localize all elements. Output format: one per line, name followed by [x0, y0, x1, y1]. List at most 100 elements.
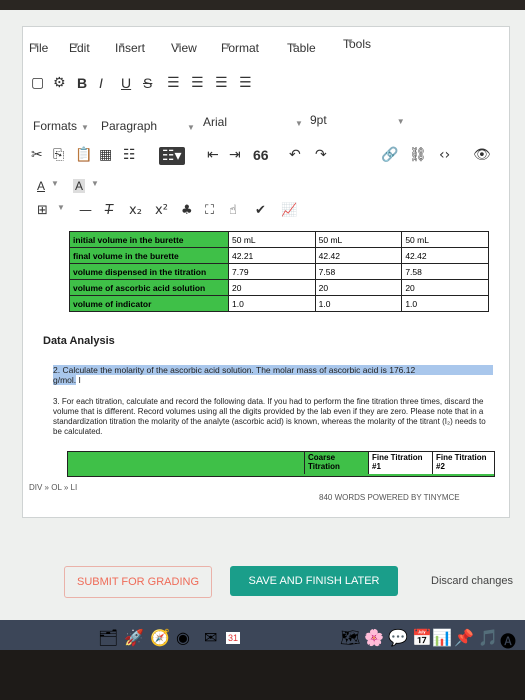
question-2[interactable]: 2. Calculate the molarity of the ascorbi… — [53, 365, 493, 385]
font-size-dropdown[interactable]: 9pt ▼ — [310, 113, 405, 127]
chart-icon[interactable]: 📈 — [281, 203, 297, 218]
cut-icon[interactable]: ✂ — [31, 147, 43, 163]
table-cell[interactable]: 7.79 — [228, 263, 316, 280]
underline-button[interactable]: U — [121, 75, 131, 91]
horizontal-rule-icon[interactable]: — — [79, 203, 92, 218]
photos-icon[interactable]: 🌸 — [364, 628, 384, 648]
table-cell[interactable]: 1.0 — [314, 295, 403, 312]
app-store-icon[interactable]: 🅐 — [500, 628, 516, 650]
table-row: volume dispensed in the titration 7.79 7… — [69, 263, 489, 280]
table-cell[interactable]: 50 mL — [401, 231, 489, 248]
table-cell[interactable]: 7.58 — [401, 263, 489, 280]
mail-icon[interactable]: ✉ — [204, 628, 217, 648]
launchpad-icon[interactable]: 🚀 — [124, 628, 144, 648]
table-cell[interactable]: 50 mL — [314, 231, 403, 248]
charts-icon[interactable]: 📊 — [432, 628, 452, 648]
table-cell[interactable]: 42.21 — [228, 247, 316, 264]
column-header-fine-2: Fine Titration #2 — [432, 452, 494, 474]
redo-icon[interactable]: ↷ — [315, 147, 327, 163]
strikethrough-button[interactable]: S — [143, 75, 152, 91]
blockquote-button[interactable]: 66 — [253, 147, 269, 163]
titration-results-table[interactable]: Coarse Titration Fine Titration #1 Fine … — [67, 451, 495, 477]
question-2-line-2: g/mol. — [53, 375, 77, 385]
bullet-list-icon[interactable]: ☷ — [123, 147, 136, 163]
text-color-button[interactable]: A — [37, 179, 45, 193]
insert-table-icon[interactable]: ⊞ — [37, 203, 48, 218]
copy-icon[interactable]: ⎘ — [53, 147, 64, 163]
calendar-app-icon[interactable]: 📅 — [412, 628, 432, 648]
fullscreen-icon[interactable]: ⛶ — [205, 203, 214, 218]
table-cell[interactable]: 50 mL — [228, 231, 316, 248]
table-row: volume of ascorbic acid solution 20 20 2… — [69, 279, 489, 296]
link-icon[interactable]: 🔗 — [381, 147, 398, 163]
question-2-line-1: 2. Calculate the molarity of the ascorbi… — [53, 365, 493, 375]
outdent-icon[interactable]: ⇤ — [207, 147, 219, 163]
table-cell[interactable]: 1.0 — [401, 295, 489, 312]
table-cell[interactable]: 1.0 — [228, 295, 316, 312]
text-cursor-icon: I — [76, 375, 81, 385]
table-cell[interactable]: 20 — [401, 279, 489, 296]
clear-format-icon[interactable]: T̶ — [105, 203, 113, 218]
browser-screen: File ▼ Edit ▼ Insert ▼ View ▼ Format ▼ Table ▼… — [0, 10, 525, 650]
element-path: DIV » OL » LI — [29, 483, 78, 492]
new-document-icon[interactable]: ▢ — [31, 75, 44, 91]
superscript-icon[interactable]: x² — [155, 203, 168, 218]
table-cell[interactable]: 7.58 — [314, 263, 403, 280]
row-label: volume of indicator — [69, 295, 229, 312]
italic-button[interactable]: I — [99, 75, 103, 91]
itunes-icon[interactable]: 🎵 — [478, 628, 498, 648]
column-header-fine-1: Fine Titration #1 — [368, 452, 432, 474]
find-replace-icon[interactable]: ▦ — [99, 147, 112, 163]
subscript-icon[interactable]: x₂ — [129, 203, 142, 218]
pointer-icon[interactable]: ☝ — [229, 203, 237, 218]
table-cell[interactable]: 20 — [314, 279, 403, 296]
formats-dropdown[interactable]: Formats ▼ — [33, 119, 89, 133]
paste-icon[interactable]: 📋 — [75, 147, 92, 163]
indent-icon[interactable]: ⇥ — [229, 147, 241, 163]
safari-icon[interactable]: 🧭 — [150, 628, 170, 648]
preview-eye-icon[interactable]: 👁 — [473, 147, 491, 163]
save-and-finish-later-button[interactable]: SAVE AND FINISH LATER — [230, 566, 398, 596]
table-row: initial volume in the burette 50 mL 50 m… — [69, 231, 489, 248]
unlink-icon[interactable]: ⛓ — [409, 147, 427, 163]
align-center-icon[interactable]: ☰ — [191, 75, 204, 91]
section-heading: Data Analysis — [43, 335, 115, 347]
finder-icon[interactable]: 🗂 — [98, 628, 118, 648]
text-color-dropdown-icon[interactable]: ▼ — [51, 179, 59, 188]
paragraph-dropdown[interactable]: Paragraph ▼ — [101, 119, 195, 133]
numbered-list-icon[interactable]: ☷▾ — [159, 147, 185, 165]
row-label: volume dispensed in the titration — [69, 263, 229, 280]
align-right-icon[interactable]: ☰ — [215, 75, 228, 91]
background-color-button[interactable]: A — [73, 179, 86, 193]
settings-gear-icon[interactable]: ⚙ — [53, 75, 66, 91]
chrome-icon[interactable]: ◉ — [176, 628, 190, 648]
code-icon[interactable]: ‹› — [439, 147, 450, 163]
rich-text-editor[interactable]: File ▼ Edit ▼ Insert ▼ View ▼ Format ▼ Table ▼… — [22, 26, 510, 518]
table-row: final volume in the burette 42.21 42.42 … — [69, 247, 489, 264]
word-count: 840 WORDS POWERED BY TINYMCE — [319, 493, 460, 502]
calendar-icon[interactable]: 31 — [226, 632, 241, 644]
table-dropdown-icon[interactable]: ▼ — [57, 203, 65, 212]
maps-icon[interactable]: 🗺 — [340, 628, 360, 648]
bold-button[interactable]: B — [77, 75, 87, 91]
messages-icon[interactable]: 💬 — [388, 628, 408, 648]
row-label: volume of ascorbic acid solution — [69, 279, 229, 296]
keynote-icon[interactable]: 📌 — [454, 628, 474, 648]
titration-data-table[interactable]: initial volume in the burette 50 mL 50 m… — [69, 231, 489, 312]
table-cell[interactable]: 42.42 — [314, 247, 403, 264]
table-cell[interactable]: 20 — [228, 279, 316, 296]
column-header-coarse: Coarse Titration — [304, 452, 368, 474]
background-color-dropdown-icon[interactable]: ▼ — [91, 179, 99, 188]
table-row: volume of indicator 1.0 1.0 1.0 — [69, 295, 489, 312]
align-justify-icon[interactable]: ☰ — [239, 75, 252, 91]
question-3[interactable]: 3. For each titration, calculate and rec… — [53, 397, 493, 437]
monitor-bezel — [0, 650, 525, 700]
submit-for-grading-button[interactable]: SUBMIT FOR GRADING — [64, 566, 212, 598]
table-cell[interactable]: 42.42 — [401, 247, 489, 264]
check-circle-icon[interactable]: ✔ — [255, 203, 266, 218]
discard-changes-link[interactable]: Discard changes — [424, 566, 520, 596]
special-character-icon[interactable]: ♣ — [181, 203, 193, 218]
undo-icon[interactable]: ↶ — [289, 147, 301, 163]
align-left-icon[interactable]: ☰ — [167, 75, 180, 91]
font-family-dropdown[interactable]: Arial ▼ — [203, 115, 303, 129]
